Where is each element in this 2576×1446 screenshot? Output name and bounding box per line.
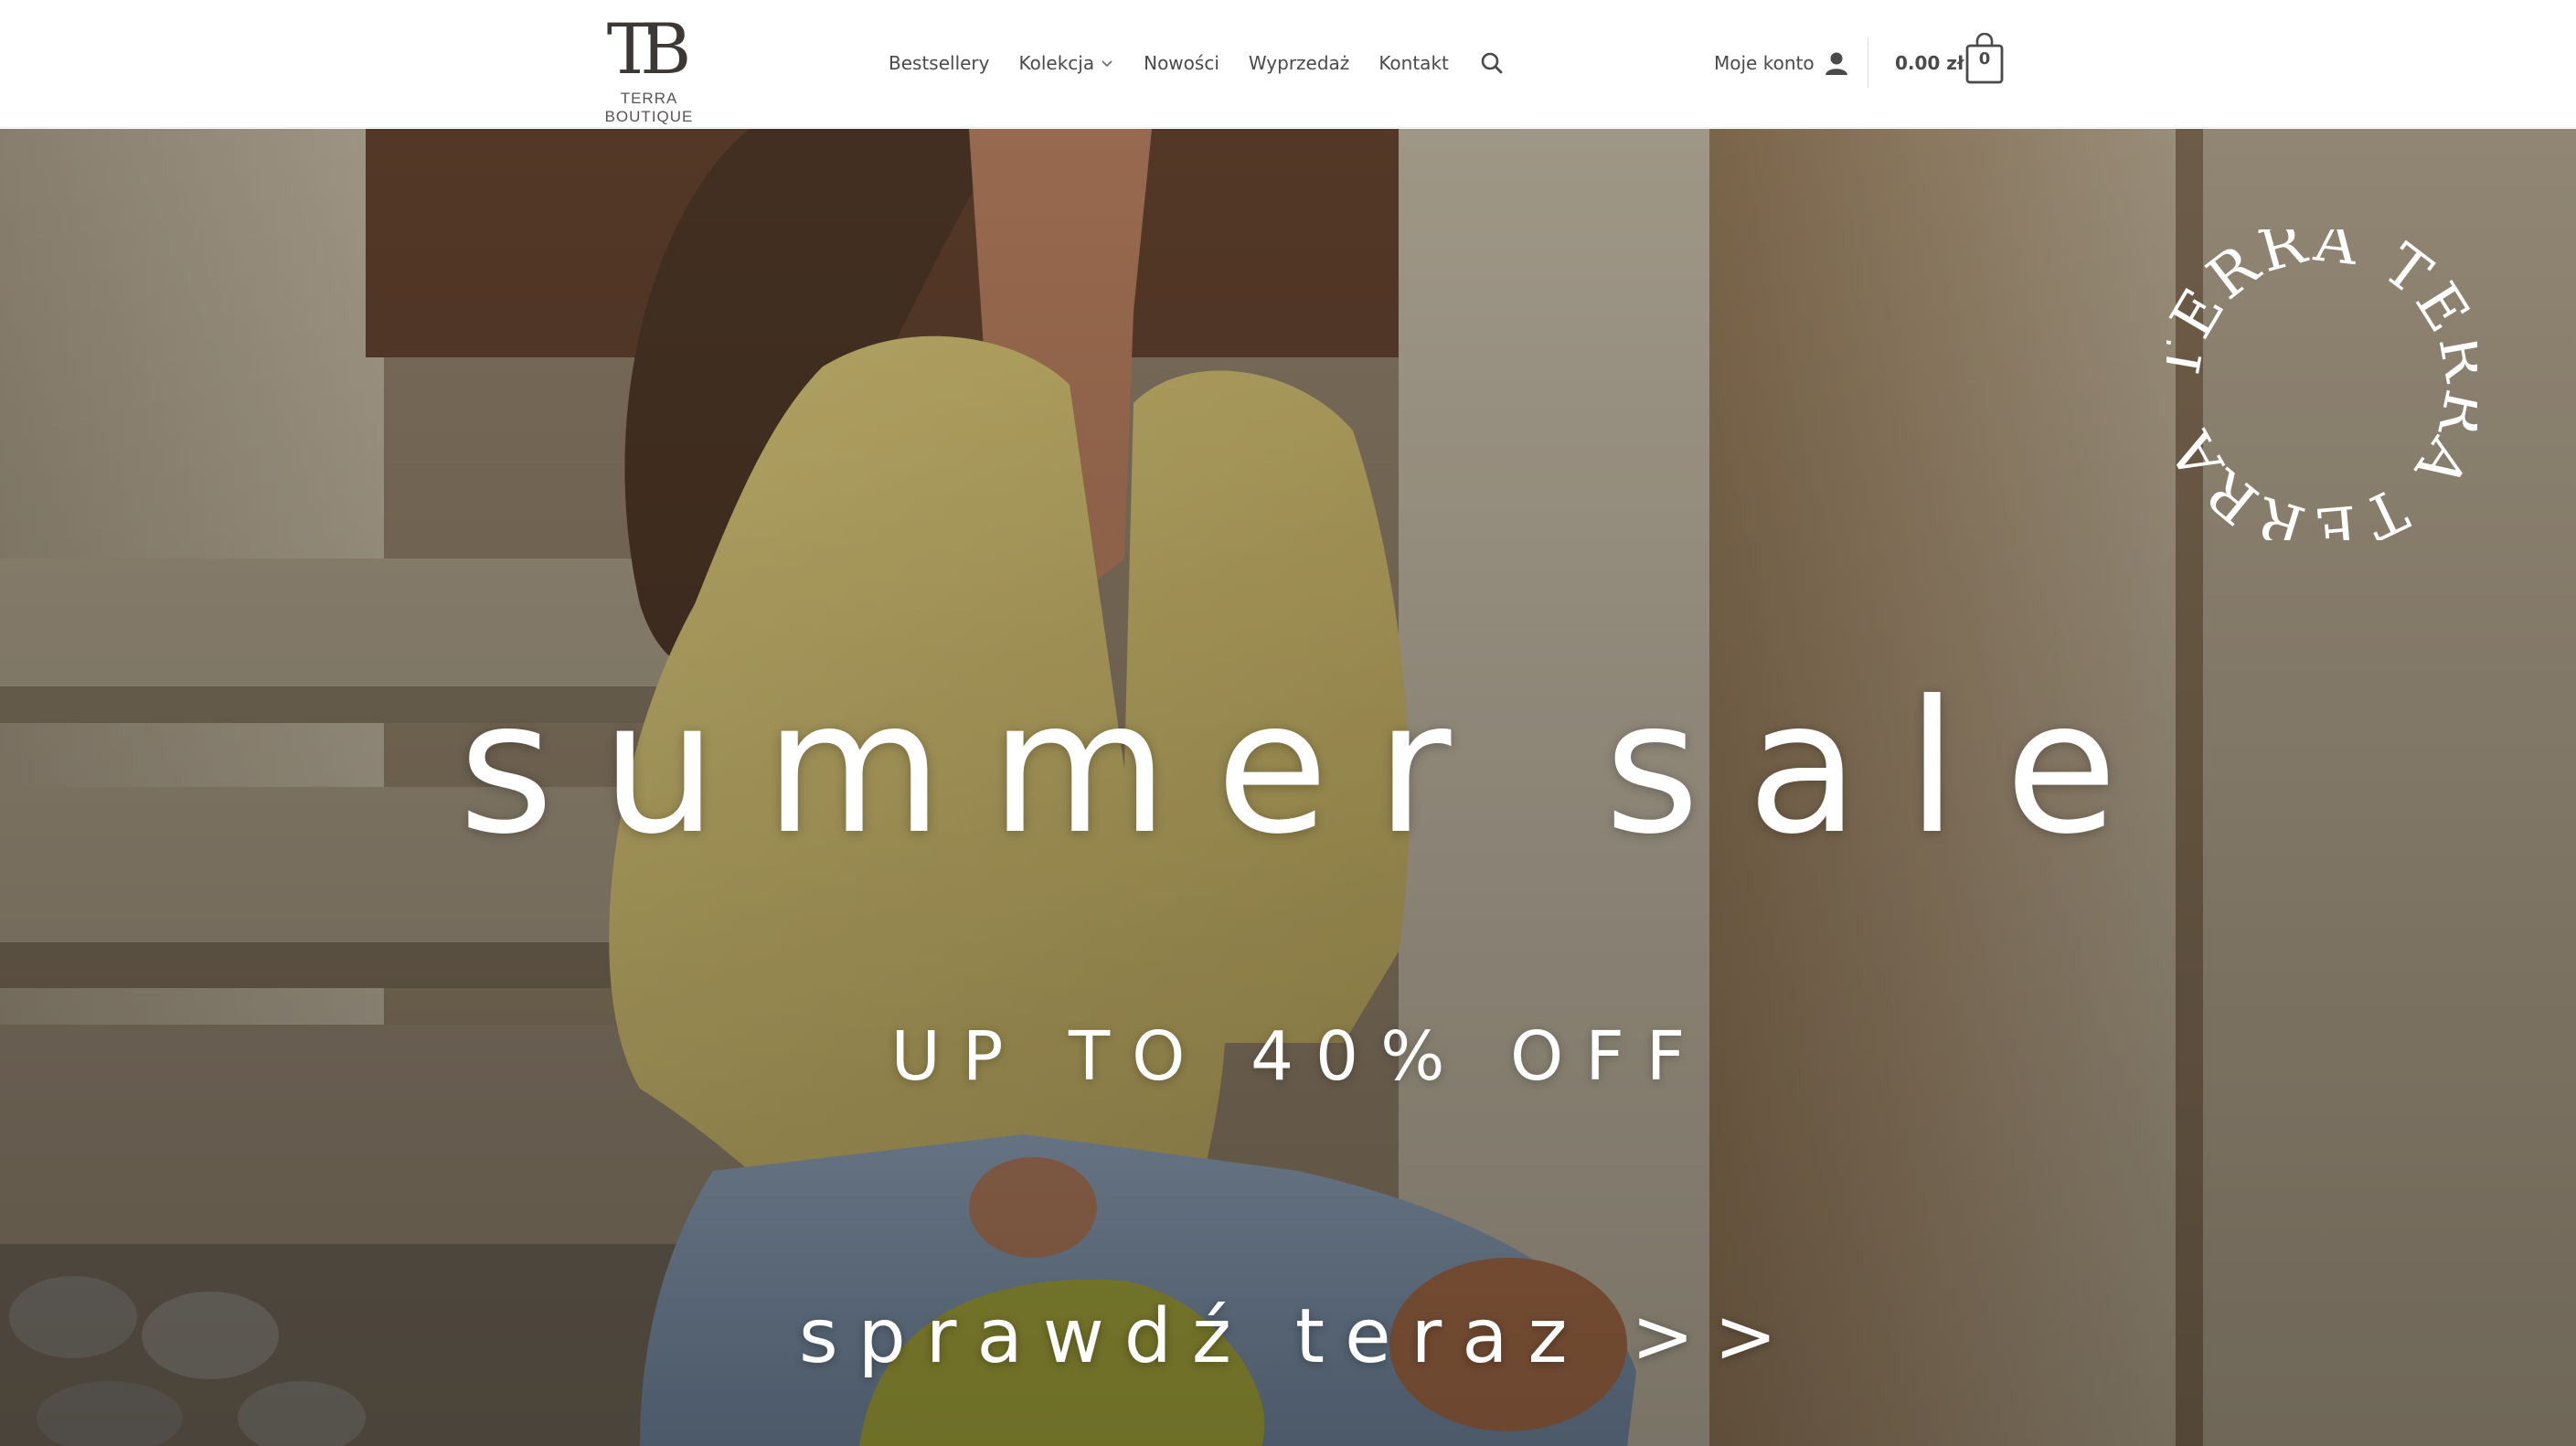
nav-item-kontakt[interactable]: Kontakt xyxy=(1378,52,1449,74)
hero-subtitle: UP TO 40% OFF xyxy=(890,1017,1708,1096)
cart-total[interactable]: 0.00 zł xyxy=(1895,48,1964,79)
nav-item-kolekcja[interactable]: Kolekcja xyxy=(1019,52,1115,74)
hero-title: summer sale xyxy=(458,662,2166,875)
account-link[interactable]: Moje konto xyxy=(1714,48,1849,79)
hero-banner[interactable]: TERRA TERRA TERRA summer sale UP TO 40% … xyxy=(0,129,2576,1446)
logo-mark: TB xyxy=(606,8,692,90)
logo-text: TERRA BOUTIQUE xyxy=(604,90,694,125)
cart-count: 0 xyxy=(1978,49,1991,69)
terra-circle-badge: TERRA TERRA TERRA xyxy=(2166,229,2477,540)
search-button[interactable] xyxy=(1478,49,1506,77)
badge-text: TERRA TERRA TERRA xyxy=(2166,229,2477,540)
main-nav: Bestsellery Kolekcja Nowości Wyprzedaż K… xyxy=(889,48,1506,79)
user-icon xyxy=(1825,52,1847,75)
nav-item-label: Kolekcja xyxy=(1018,52,1095,74)
nav-item-nowosci[interactable]: Nowości xyxy=(1144,52,1219,74)
nav-item-bestsellery[interactable]: Bestsellery xyxy=(889,52,990,74)
search-icon xyxy=(1481,52,1503,74)
nav-item-label: Wyprzedaż xyxy=(1248,52,1350,74)
nav-item-wyprzedaz[interactable]: Wyprzedaż xyxy=(1249,52,1349,74)
logo[interactable]: TB TERRA BOUTIQUE xyxy=(576,8,722,126)
cart-button[interactable]: 0 xyxy=(1965,32,2004,84)
nav-item-label: Kontakt xyxy=(1378,52,1449,74)
hero-cta-link[interactable]: sprawdź teraz >> xyxy=(0,1292,2576,1383)
chevron-down-icon xyxy=(1102,60,1112,68)
account-label: Moje konto xyxy=(1714,52,1815,74)
nav-item-label: Bestsellery xyxy=(889,52,990,74)
site-header: TB TERRA BOUTIQUE Bestsellery Kolekcja N… xyxy=(0,0,2576,128)
nav-item-label: Nowości xyxy=(1144,52,1219,74)
svg-text:TERRA TERRA TERRA: TERRA TERRA TERRA xyxy=(2166,229,2477,540)
